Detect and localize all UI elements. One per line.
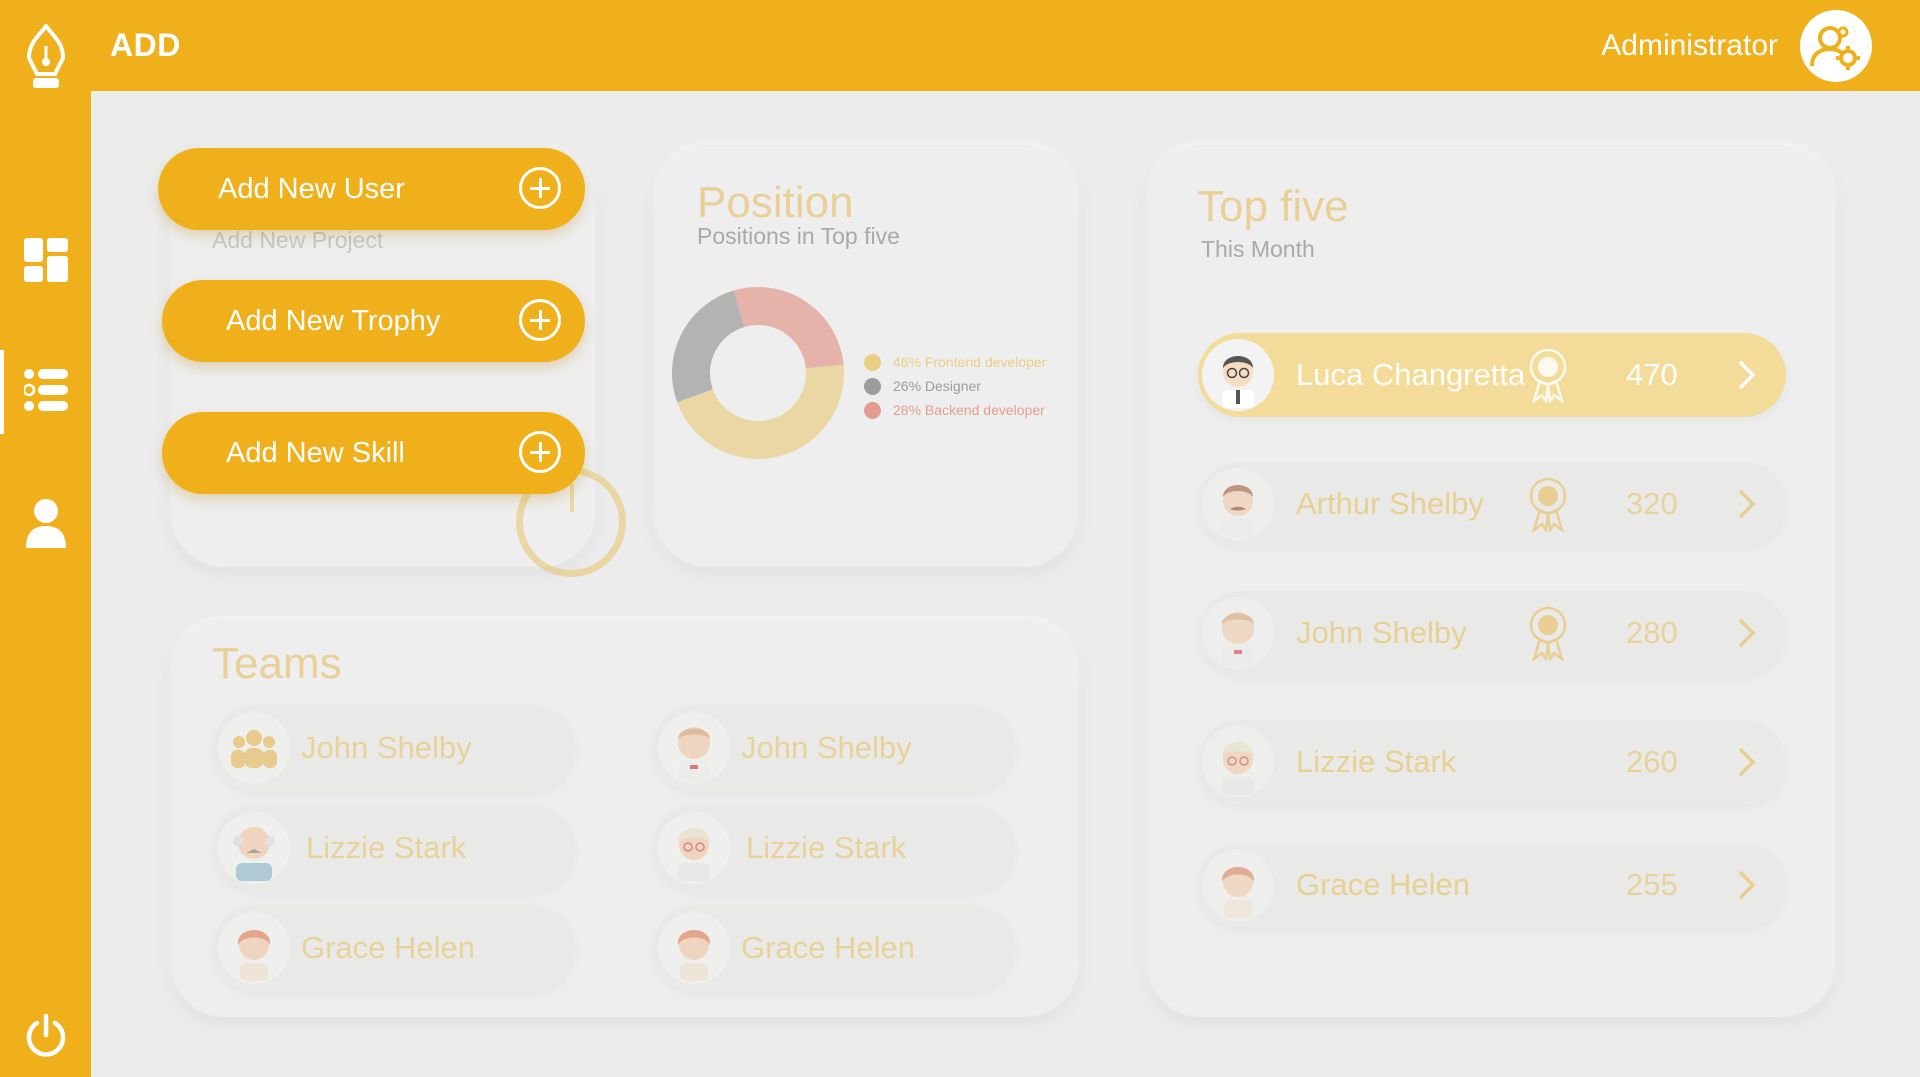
main-content: Add New Project Add New User Add New Tro… [91, 91, 1920, 1077]
rank-score: 255 [1626, 867, 1678, 902]
page-title: ADD [110, 27, 181, 63]
team-member-item[interactable]: John Shelby [213, 705, 575, 791]
position-card: Position Positions in Top five 46% Front… [654, 145, 1078, 567]
team-member-name: John Shelby [301, 730, 472, 765]
rank-name: Luca Changretta [1296, 357, 1526, 392]
chevron-right-icon [1739, 748, 1756, 776]
chevron-right-icon [1739, 361, 1756, 389]
top-five-row[interactable]: John Shelby 280 [1198, 591, 1786, 675]
old-man-avatar-icon [218, 812, 290, 884]
add-new-project-label[interactable]: Add New Project [212, 227, 383, 254]
position-title: Position [697, 178, 854, 227]
power-icon[interactable] [0, 1012, 91, 1060]
chevron-right-icon [1739, 619, 1756, 647]
rank-name: Grace Helen [1296, 867, 1471, 902]
team-member-item[interactable]: John Shelby [653, 705, 1015, 791]
admin-avatar[interactable] [1800, 10, 1872, 82]
group-avatar-icon [218, 712, 290, 784]
sidebar [0, 0, 91, 1077]
legend-dot [864, 377, 881, 395]
plus-circle-icon [519, 299, 561, 341]
team-member-item[interactable]: Lizzie Stark [653, 805, 1015, 891]
team-member-item[interactable]: Grace Helen [653, 905, 1015, 991]
rank-score: 320 [1626, 486, 1678, 521]
top-five-row[interactable]: Lizzie Stark 260 [1198, 720, 1786, 804]
add-new-user-label: Add New User [218, 172, 405, 205]
legend-label: 28% Backend developer [893, 402, 1045, 418]
user-name: Administrator [1601, 29, 1778, 62]
legend-label: 46% Frontend developer [893, 354, 1047, 370]
award-medal-icon [1529, 477, 1567, 532]
team-member-name: Lizzie Stark [746, 830, 907, 865]
man-glasses-avatar-icon [1202, 339, 1274, 411]
top-five-subtitle: This Month [1201, 236, 1315, 262]
user-settings-icon [1810, 26, 1860, 70]
boy-avatar-icon [1202, 597, 1274, 669]
top-five-title: Top five [1197, 182, 1349, 231]
top-five-row[interactable]: Grace Helen 255 [1198, 843, 1786, 927]
rank-score: 260 [1626, 744, 1678, 779]
rank-name: Lizzie Stark [1296, 744, 1457, 779]
mustache-avatar-icon [1202, 468, 1274, 540]
team-member-name: Grace Helen [301, 930, 476, 965]
position-subtitle: Positions in Top five [697, 223, 900, 249]
legend-dot [864, 401, 881, 419]
legend-label: 26% Designer [893, 378, 981, 394]
rank-score: 470 [1626, 357, 1678, 392]
donut-slice-frontend-developer [677, 364, 844, 459]
add-new-user-button[interactable]: Add New User [158, 148, 585, 230]
chevron-right-icon [1739, 490, 1756, 518]
teams-title: Teams [212, 639, 342, 688]
old-woman-avatar-icon [1202, 726, 1274, 798]
redhead-avatar-icon [658, 912, 730, 984]
top-five-card: Top five This Month Luca Changretta 470 … [1147, 145, 1835, 1017]
add-new-trophy-label: Add New Trophy [226, 304, 441, 337]
logo-icon[interactable] [0, 22, 91, 94]
user-icon[interactable] [0, 496, 91, 552]
legend-item: 28% Backend developer [864, 398, 1046, 422]
redhead-avatar-icon [218, 912, 290, 984]
add-new-skill-button[interactable]: Add New Skill [162, 412, 585, 494]
position-donut-chart [672, 287, 844, 459]
donut-slice-backend-developer [733, 287, 844, 370]
rank-name: Arthur Shelby [1296, 486, 1484, 521]
plus-circle-icon [519, 431, 561, 473]
legend-item: 46% Frontend developer [864, 350, 1046, 374]
redhead-avatar-icon [1202, 849, 1274, 921]
position-legend: 46% Frontend developer 26% Designer 28% … [864, 350, 1046, 422]
teams-card: Teams John Shelby John Shelby Lizzie Sta… [171, 619, 1078, 1017]
plus-circle-icon [519, 167, 561, 209]
old-woman-avatar-icon [658, 812, 730, 884]
team-member-item[interactable]: Grace Helen [213, 905, 575, 991]
add-new-trophy-button[interactable]: Add New Trophy [162, 280, 585, 362]
chevron-right-icon [1739, 871, 1756, 899]
team-member-name: Grace Helen [741, 930, 916, 965]
rank-name: John Shelby [1296, 615, 1467, 650]
boy-avatar-icon [658, 712, 730, 784]
legend-item: 26% Designer [864, 374, 1046, 398]
team-member-name: Lizzie Stark [306, 830, 467, 865]
donut-slice-designer [672, 290, 746, 403]
rank-score: 280 [1626, 615, 1678, 650]
add-new-skill-label: Add New Skill [226, 436, 405, 469]
top-five-row[interactable]: Luca Changretta 470 [1198, 333, 1786, 417]
award-medal-icon [1529, 348, 1567, 403]
top-bar: ADD Administrator [91, 0, 1920, 91]
team-member-name: John Shelby [741, 730, 912, 765]
team-member-item[interactable]: Lizzie Stark [213, 805, 575, 891]
award-medal-icon [1529, 606, 1567, 661]
top-five-row[interactable]: Arthur Shelby 320 [1198, 462, 1786, 546]
legend-dot [864, 353, 881, 371]
dashboard-icon[interactable] [0, 235, 91, 285]
list-icon[interactable] [0, 365, 91, 415]
